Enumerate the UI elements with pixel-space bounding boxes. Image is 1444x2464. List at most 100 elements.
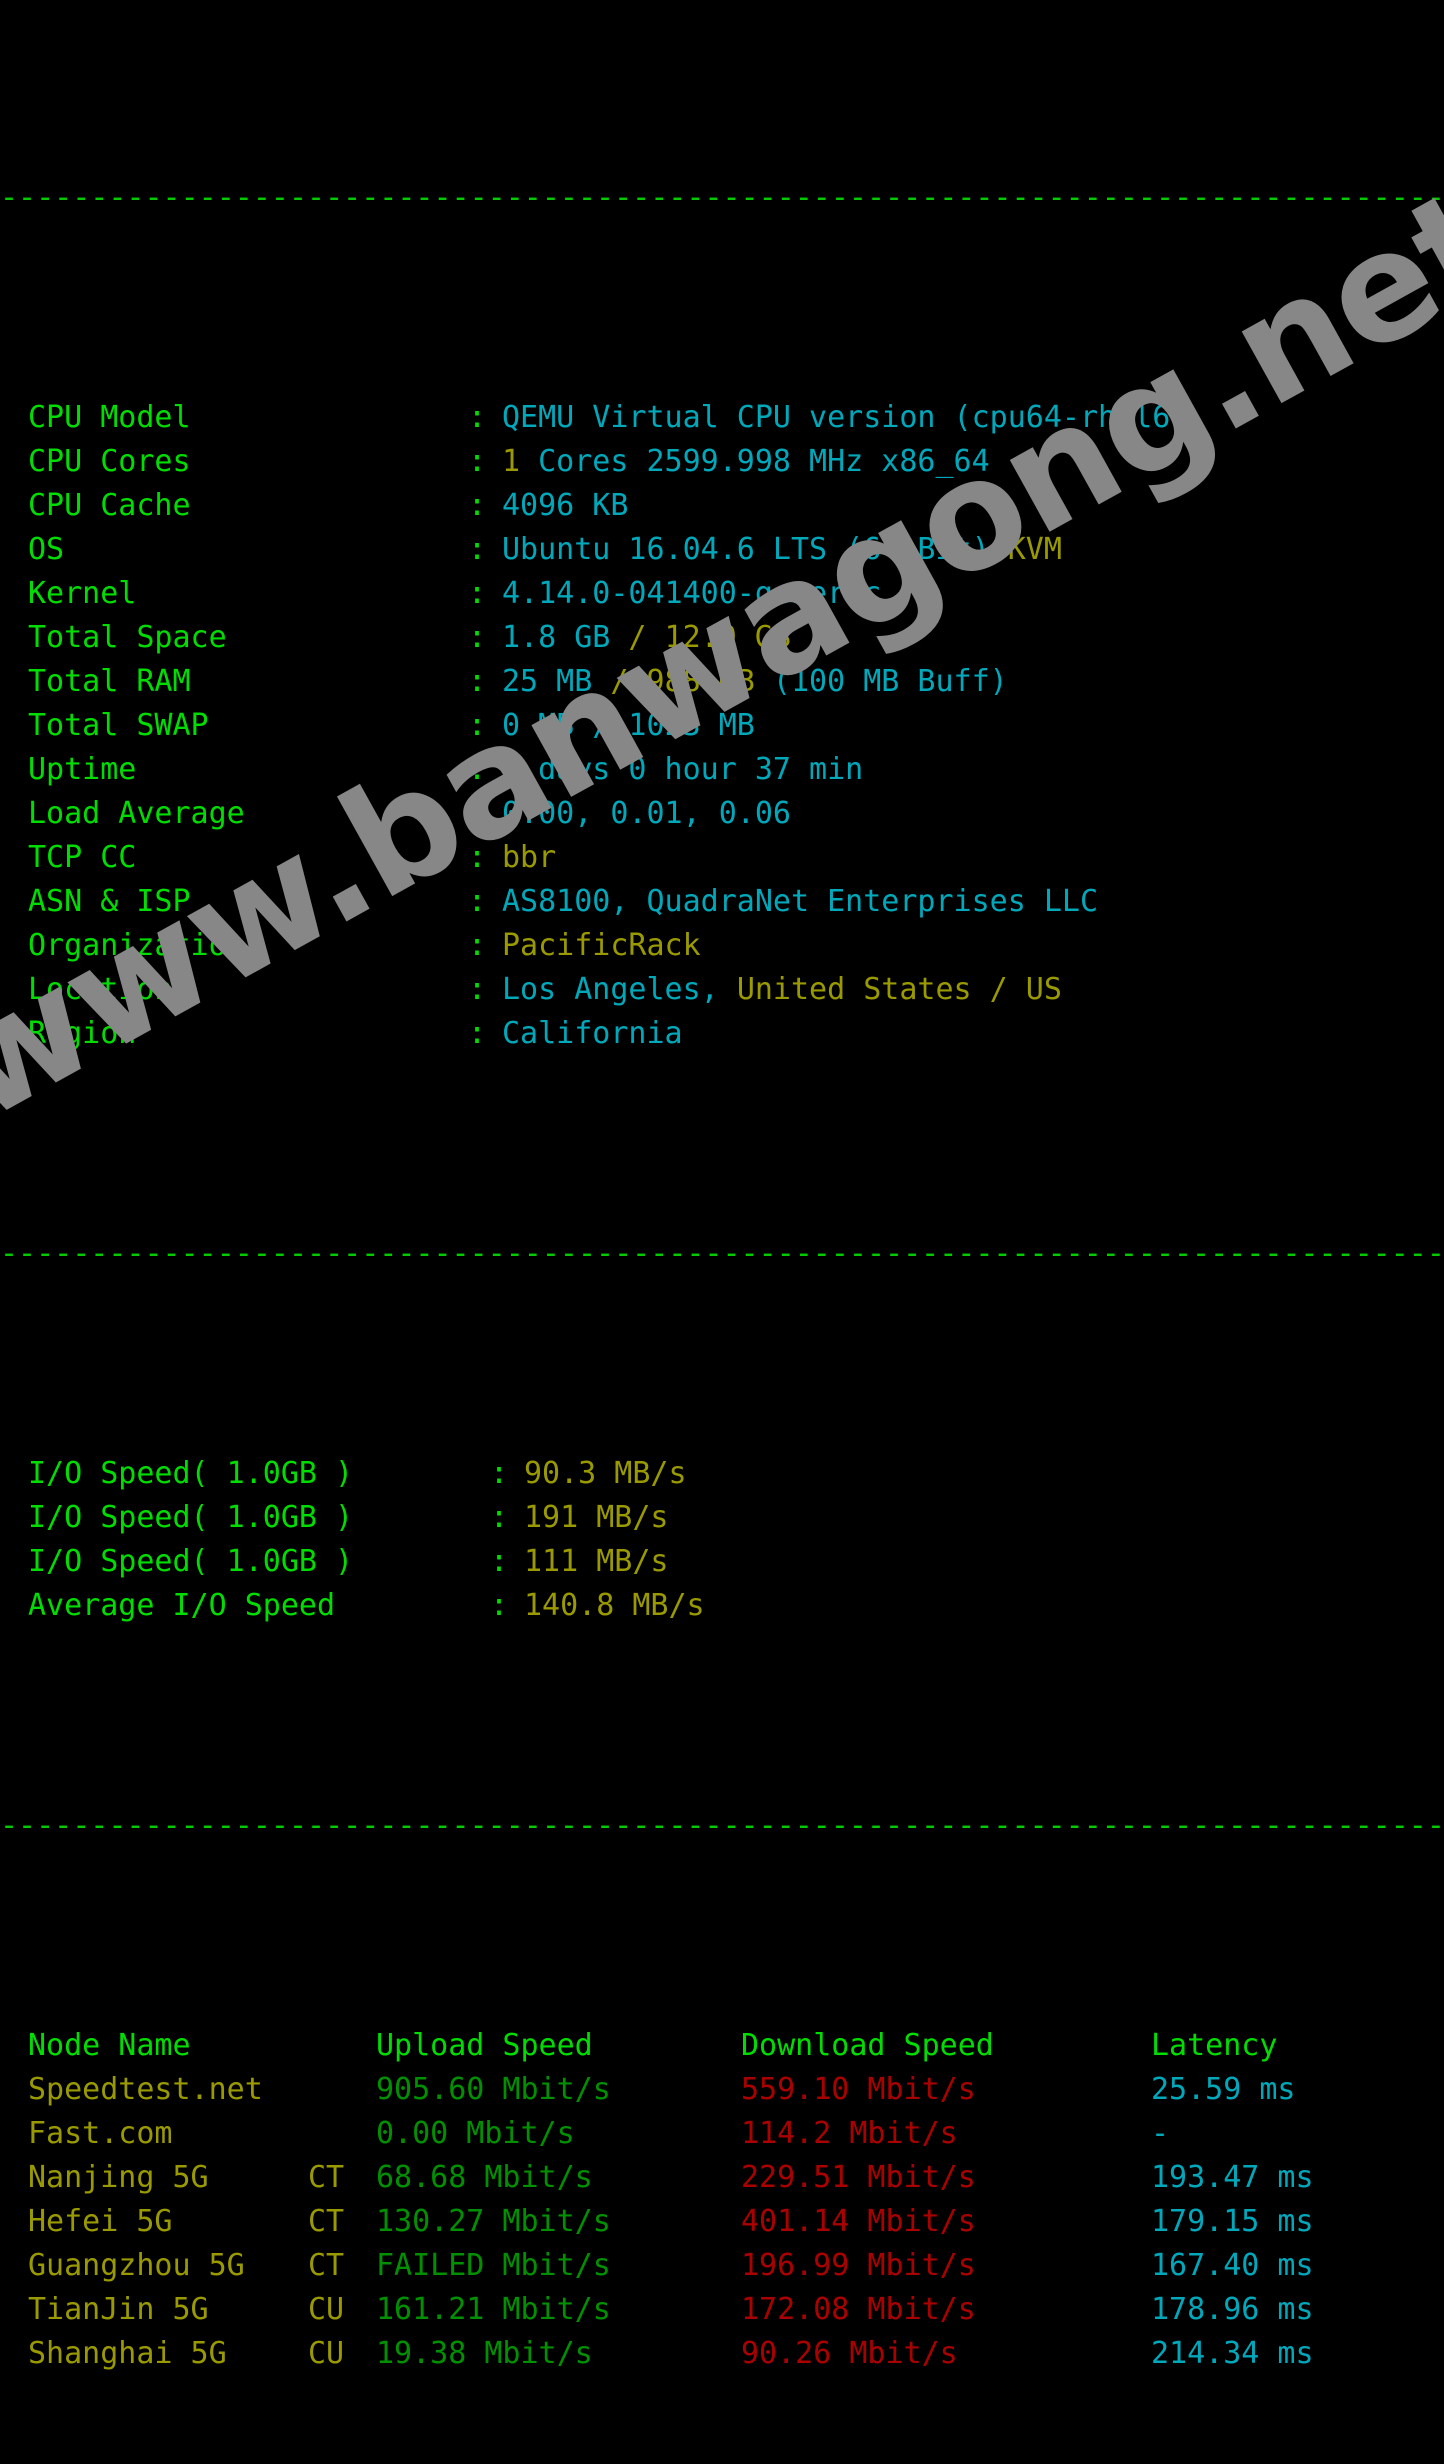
terminal-output: ----------------------------------------… — [0, 0, 1444, 2371]
info-colon: : — [468, 400, 487, 435]
latency-value: - — [1151, 2116, 1170, 2151]
latency-value: 179.15 ms — [1151, 2204, 1314, 2239]
info-value-highlight: KVM — [1007, 532, 1062, 567]
info-value: 25 MB — [502, 664, 593, 699]
speedtest-row: Guangzhou 5G CT FAILED Mbit/s 196.99 Mbit/s… — [0, 2244, 1444, 2288]
info-label: Total RAM — [28, 664, 191, 699]
column-header-latency: Latency — [1151, 2028, 1278, 2063]
io-speed-row: Average I/O Speed:140.8 MB/s — [0, 1584, 1444, 1628]
speedtest-header-row: Node Name Upload Speed Download Speed Laten… — [0, 2024, 1444, 2068]
latency-value: 178.96 ms — [1151, 2292, 1314, 2327]
upload-speed: FAILED Mbit/s — [376, 2248, 611, 2283]
info-value: California — [502, 1016, 683, 1051]
node-name: Shanghai 5G — [28, 2336, 227, 2371]
info-row: Kernel:4.14.0-041400-generic — [0, 572, 1444, 616]
upload-speed: 161.21 Mbit/s — [376, 2292, 611, 2327]
info-row: Load Average:0.00, 0.01, 0.06 — [0, 792, 1444, 836]
speedtest-row: TianJin 5G CU 161.21 Mbit/s 172.08 Mbit/s 17… — [0, 2288, 1444, 2332]
info-row: CPU Cache:4096 KB — [0, 484, 1444, 528]
info-value-sep: / — [592, 664, 647, 699]
info-label: TCP CC — [28, 840, 137, 875]
download-speed: 401.14 Mbit/s — [741, 2204, 976, 2239]
io-colon: : — [490, 1500, 509, 1535]
info-label: Total Space — [28, 620, 227, 655]
info-label: Kernel — [28, 576, 137, 611]
info-row: Organization: PacificRack — [0, 924, 1444, 968]
node-isp: CU — [308, 2336, 345, 2371]
system-info-block: CPU Model: QEMU Virtual CPU version (cpu6… — [0, 396, 1444, 1056]
info-row: Uptime:0 days 0 hour 37 min — [0, 748, 1444, 792]
speedtest-row: Shanghai 5G CU 19.38 Mbit/s 90.26 Mbit/s 214… — [0, 2332, 1444, 2376]
upload-speed: 905.60 Mbit/s — [376, 2072, 611, 2107]
info-row: OS: Ubuntu 16.04.6 LTS (64 Bit) KVM — [0, 528, 1444, 572]
download-speed: 114.2 Mbit/s — [741, 2116, 958, 2151]
info-value-sep: / — [610, 620, 665, 655]
column-header-node: Node Name — [28, 2028, 191, 2063]
info-colon: : — [468, 1016, 487, 1051]
io-speed-label: I/O Speed( 1.0GB ) — [28, 1500, 354, 1535]
io-speed-value: 111 MB/s — [524, 1544, 669, 1579]
info-value: PacificRack — [502, 928, 701, 963]
info-colon: : — [468, 752, 487, 787]
io-speed-label: I/O Speed( 1.0GB ) — [28, 1544, 354, 1579]
latency-value: 167.40 ms — [1151, 2248, 1314, 2283]
info-row: Total Space:1.8 GB / 12.0 GB — [0, 616, 1444, 660]
io-speed-label: Average I/O Speed — [28, 1588, 336, 1623]
info-value: QEMU Virtual CPU version (cpu64-rhel6) — [502, 400, 1189, 435]
info-label: CPU Cache — [28, 488, 191, 523]
separator-line-top: ----------------------------------------… — [0, 180, 1444, 215]
download-speed: 559.10 Mbit/s — [741, 2072, 976, 2107]
node-isp: CT — [308, 2248, 345, 2283]
info-value: Los Angeles, — [502, 972, 737, 1007]
node-isp: CT — [308, 2160, 345, 2195]
upload-speed: 0.00 Mbit/s — [376, 2116, 575, 2151]
info-value: 4096 KB — [502, 488, 629, 523]
info-row: Location: Los Angeles, United States / US — [0, 968, 1444, 1012]
io-colon: : — [490, 1588, 509, 1623]
info-value: 1.8 GB — [502, 620, 611, 655]
info-row: Total RAM:25 MB / 988 MB (100 MB Buff) — [0, 660, 1444, 704]
info-colon: : — [468, 708, 487, 743]
node-name: TianJin 5G — [28, 2292, 209, 2327]
info-label: CPU Model — [28, 400, 191, 435]
io-speed-value: 191 MB/s — [524, 1500, 669, 1535]
download-speed: 229.51 Mbit/s — [741, 2160, 976, 2195]
io-speed-block: I/O Speed( 1.0GB ):90.3 MB/s I/O Speed( … — [0, 1452, 1444, 1628]
latency-value: 193.47 ms — [1151, 2160, 1314, 2195]
info-colon: : — [468, 576, 487, 611]
info-label: Load Average — [28, 796, 245, 831]
separator-line-bottom: ----------------------------------------… — [0, 1808, 1444, 1843]
info-label: Total SWAP — [28, 708, 209, 743]
speedtest-row: Hefei 5G CT 130.27 Mbit/s 401.14 Mbit/s 179.… — [0, 2200, 1444, 2244]
latency-value: 25.59 ms — [1151, 2072, 1296, 2107]
info-row: ASN & ISP: AS8100, QuadraNet Enterprises … — [0, 880, 1444, 924]
info-value: 0 MB / 1023 MB — [502, 708, 755, 743]
info-label: Region — [28, 1016, 137, 1051]
info-row: TCP CC: bbr — [0, 836, 1444, 880]
node-name: Fast.com — [28, 2116, 173, 2151]
info-colon: : — [468, 664, 487, 699]
info-colon: : — [468, 796, 487, 831]
info-label: ASN & ISP — [28, 884, 191, 919]
upload-speed: 19.38 Mbit/s — [376, 2336, 593, 2371]
info-row: CPU Model: QEMU Virtual CPU version (cpu6… — [0, 396, 1444, 440]
speedtest-table: Node Name Upload Speed Download Speed Laten… — [0, 2024, 1444, 2376]
info-colon: : — [468, 488, 487, 523]
info-label: Organization — [28, 928, 245, 963]
io-colon: : — [490, 1544, 509, 1579]
info-row: Total SWAP:0 MB / 1023 MB — [0, 704, 1444, 748]
info-value-highlight: 12.0 GB — [664, 620, 791, 655]
info-colon: : — [468, 620, 487, 655]
info-label: CPU Cores — [28, 444, 191, 479]
upload-speed: 68.68 Mbit/s — [376, 2160, 593, 2195]
info-value: 0.00, 0.01, 0.06 — [502, 796, 791, 831]
node-name: Nanjing 5G — [28, 2160, 209, 2195]
node-isp: CU — [308, 2292, 345, 2327]
speedtest-row: Nanjing 5G CT 68.68 Mbit/s 229.51 Mbit/s 193… — [0, 2156, 1444, 2200]
info-value-extra: (100 MB Buff) — [754, 664, 1008, 699]
info-colon: : — [468, 444, 487, 479]
info-colon: : — [468, 928, 487, 963]
info-colon: : — [468, 840, 487, 875]
separator-line-middle: ----------------------------------------… — [0, 1236, 1444, 1271]
node-isp: CT — [308, 2204, 345, 2239]
